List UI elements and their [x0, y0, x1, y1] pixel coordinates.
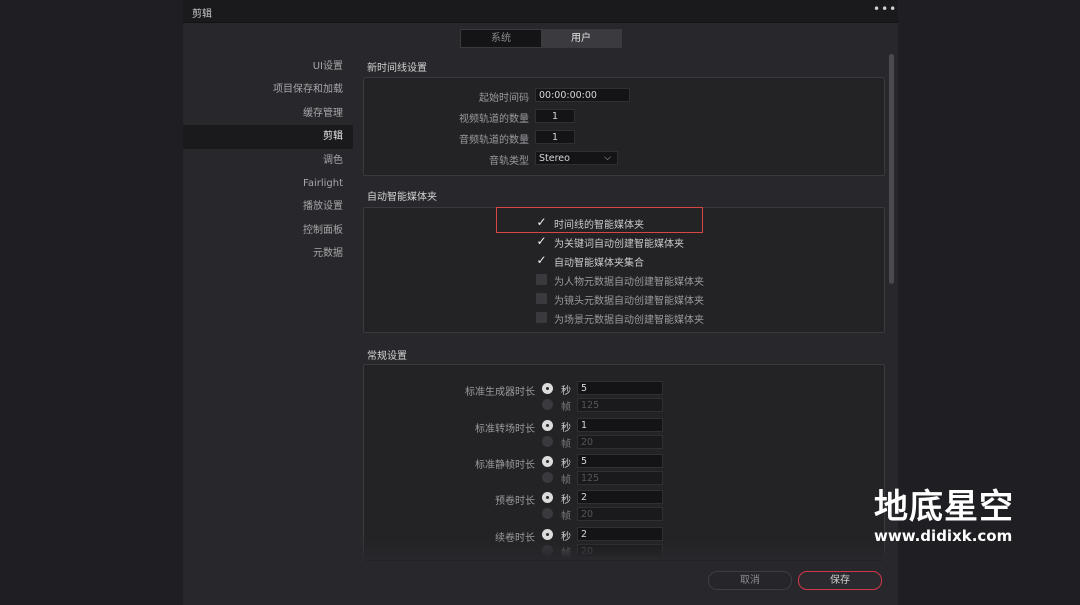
smart-bin-people-label: 为人物元数据自动创建智能媒体夹 [554, 277, 704, 288]
smart-bin-scene-checkbox[interactable] [536, 312, 547, 323]
generator-frame-radio[interactable] [542, 399, 553, 410]
postroll-sec-field[interactable]: 2 [577, 527, 663, 541]
smart-bin-keywords-label: 为关键词自动创建智能媒体夹 [554, 239, 684, 250]
sidebar-item-cache[interactable]: 缓存管理 [183, 102, 353, 125]
preroll-sec-radio[interactable] [542, 492, 553, 503]
still-sec-radio[interactable] [542, 456, 553, 467]
cancel-button[interactable]: 取消 [708, 571, 792, 590]
generator-frame-unit: 帧 [561, 402, 571, 413]
smart-bin-scene-label: 为场景元数据自动创建智能媒体夹 [554, 315, 704, 326]
more-dots-icon[interactable]: ••• [873, 2, 896, 18]
audio-tracks-field[interactable]: 1 [535, 130, 575, 144]
sidebar-item-fairlight[interactable]: Fairlight [183, 172, 353, 195]
tab-user[interactable]: 用户 [541, 30, 621, 47]
audio-type-label: 音轨类型 [489, 156, 529, 167]
window-title: 剪辑 [192, 9, 212, 20]
start-timecode-field[interactable]: 00:00:00:00 [535, 88, 630, 102]
transition-sec-field[interactable]: 1 [577, 418, 663, 432]
preferences-window: 剪辑 ••• 系统 用户 UI设置 项目保存和加载 缓存管理 剪辑 调色 Fai… [183, 0, 898, 605]
general-settings-title: 常规设置 [367, 351, 407, 362]
scroll-fade [363, 540, 885, 560]
still-frame-unit: 帧 [561, 475, 571, 486]
still-sec-field[interactable]: 5 [577, 454, 663, 468]
transition-frame-unit: 帧 [561, 439, 571, 450]
chevron-down-icon: ⌵ [604, 153, 611, 163]
transition-sec-unit: 秒 [561, 423, 571, 434]
smart-bin-shot-checkbox[interactable] [536, 293, 547, 304]
sidebar-item-control-panels[interactable]: 控制面板 [183, 219, 353, 242]
postroll-sec-radio[interactable] [542, 529, 553, 540]
transition-frame-field[interactable]: 20 [577, 435, 663, 449]
still-frame-radio[interactable] [542, 472, 553, 483]
start-timecode-label: 起始时间码 [479, 93, 529, 104]
audio-type-value: Stereo [539, 153, 570, 164]
generator-duration-label: 标准生成器时长 [465, 387, 535, 398]
preroll-frame-field[interactable]: 20 [577, 507, 663, 521]
audio-type-select[interactable]: Stereo ⌵ [535, 151, 618, 165]
generator-sec-radio[interactable] [542, 383, 553, 394]
sidebar-item-metadata[interactable]: 元数据 [183, 242, 353, 265]
scrollbar[interactable] [889, 54, 894, 284]
smart-bin-keywords-checkbox[interactable]: ✓ [536, 235, 547, 247]
preroll-sec-unit: 秒 [561, 495, 571, 506]
audio-tracks-label: 音频轨道的数量 [459, 135, 529, 146]
tab-system[interactable]: 系统 [461, 30, 541, 47]
save-button[interactable]: 保存 [798, 571, 882, 590]
generator-frame-field[interactable]: 125 [577, 398, 663, 412]
preroll-frame-radio[interactable] [542, 508, 553, 519]
watermark-url: www.didixk.com [874, 527, 1013, 545]
timeline-settings-panel: 起始时间码 00:00:00:00 视频轨道的数量 1 音频轨道的数量 1 音轨… [363, 77, 885, 176]
video-tracks-label: 视频轨道的数量 [459, 114, 529, 125]
still-duration-label: 标准静帧时长 [475, 460, 535, 471]
smart-bin-collection-label: 自动智能媒体夹集合 [554, 258, 644, 269]
video-tracks-field[interactable]: 1 [535, 109, 575, 123]
transition-frame-radio[interactable] [542, 436, 553, 447]
sidebar-item-project-save-load[interactable]: 项目保存和加载 [183, 78, 353, 101]
smart-bin-collection-checkbox[interactable]: ✓ [536, 254, 547, 266]
general-settings-panel: 标准生成器时长 秒 5 帧 125 标准转场时长 秒 1 帧 20 标准静帧时长… [363, 364, 885, 561]
still-frame-field[interactable]: 125 [577, 471, 663, 485]
preroll-duration-label: 预卷时长 [495, 496, 535, 507]
sidebar-item-edit[interactable]: 剪辑 [183, 125, 353, 149]
smart-bins-title: 自动智能媒体夹 [367, 192, 437, 203]
still-sec-unit: 秒 [561, 459, 571, 470]
title-bar: 剪辑 ••• [183, 0, 898, 23]
timeline-settings-title: 新时间线设置 [367, 63, 427, 74]
transition-sec-radio[interactable] [542, 420, 553, 431]
generator-sec-unit: 秒 [561, 386, 571, 397]
transition-duration-label: 标准转场时长 [475, 424, 535, 435]
preroll-sec-field[interactable]: 2 [577, 490, 663, 504]
tab-bar: 系统 用户 [460, 29, 622, 48]
sidebar-nav: UI设置 项目保存和加载 缓存管理 剪辑 调色 Fairlight 播放设置 控… [183, 55, 353, 266]
generator-sec-field[interactable]: 5 [577, 381, 663, 395]
watermark-cn: 地底星空 [874, 487, 1014, 527]
sidebar-item-ui-settings[interactable]: UI设置 [183, 55, 353, 78]
smart-bin-people-checkbox[interactable] [536, 274, 547, 285]
smart-bin-shot-label: 为镜头元数据自动创建智能媒体夹 [554, 296, 704, 307]
sidebar-item-playback[interactable]: 播放设置 [183, 195, 353, 218]
sidebar-item-color[interactable]: 调色 [183, 149, 353, 172]
preroll-frame-unit: 帧 [561, 511, 571, 522]
highlight-box [496, 207, 703, 233]
watermark: 地底星空 www.didixk.com [874, 488, 1014, 546]
